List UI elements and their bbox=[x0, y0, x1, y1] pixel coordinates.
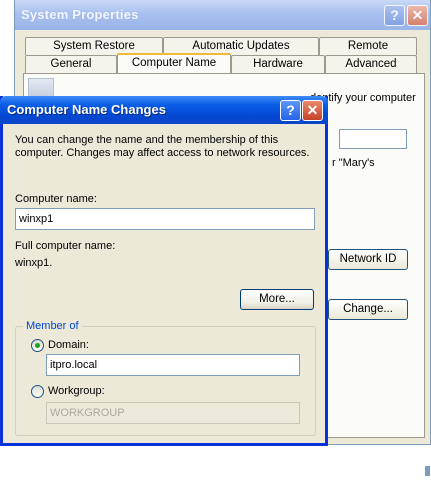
system-properties-title: System Properties bbox=[21, 7, 139, 22]
radio-dot bbox=[35, 343, 40, 348]
tab-label: Computer Name bbox=[131, 57, 217, 69]
workgroup-label: Workgroup: bbox=[48, 385, 105, 397]
resize-grip-fragment bbox=[425, 466, 430, 476]
full-computer-name-value: winxp1. bbox=[15, 257, 53, 269]
network-id-label: Network ID bbox=[339, 253, 397, 265]
computer-name-label: Computer name: bbox=[15, 193, 97, 205]
tab-label: Advanced bbox=[345, 58, 397, 70]
example-text-fragment: r "Mary's bbox=[332, 157, 375, 169]
computer-name-changes-dialog: Computer Name Changes ? ✕ You can change… bbox=[0, 96, 328, 446]
tab-hardware[interactable]: Hardware bbox=[231, 55, 325, 73]
change-label: Change... bbox=[343, 303, 393, 315]
question-mark-icon[interactable]: ? bbox=[384, 5, 405, 26]
computer-description-input[interactable] bbox=[339, 129, 407, 149]
tab-label: Remote bbox=[347, 40, 389, 52]
close-icon[interactable]: ✕ bbox=[407, 5, 428, 26]
system-properties-titlebar: System Properties ? ✕ bbox=[15, 0, 430, 30]
tab-label: System Restore bbox=[53, 40, 135, 52]
more-button[interactable]: More... bbox=[240, 289, 314, 310]
tab-advanced[interactable]: Advanced bbox=[325, 55, 417, 73]
tab-general[interactable]: General bbox=[25, 55, 117, 73]
tab-label: Hardware bbox=[253, 58, 303, 70]
dialog-title: Computer Name Changes bbox=[7, 102, 166, 117]
domain-input[interactable] bbox=[46, 354, 300, 376]
tab-label: General bbox=[50, 58, 92, 70]
change-button[interactable]: Change... bbox=[328, 299, 408, 320]
domain-label: Domain: bbox=[48, 339, 89, 351]
computer-name-input[interactable] bbox=[15, 208, 315, 230]
more-label: More... bbox=[259, 293, 295, 305]
dialog-description: You can change the name and the membersh… bbox=[15, 134, 310, 159]
tab-remote[interactable]: Remote bbox=[319, 37, 417, 55]
member-of-label: Member of bbox=[23, 320, 82, 332]
radio-unselected-icon[interactable] bbox=[31, 385, 44, 398]
tab-label: Automatic Updates bbox=[192, 40, 290, 52]
tab-computer-name[interactable]: Computer Name bbox=[117, 53, 231, 73]
network-id-button[interactable]: Network ID bbox=[328, 249, 408, 270]
radio-selected-icon[interactable] bbox=[31, 339, 44, 352]
question-mark-icon[interactable]: ? bbox=[280, 100, 301, 121]
workgroup-input bbox=[46, 402, 300, 424]
full-computer-name-label: Full computer name: bbox=[15, 240, 116, 252]
close-icon[interactable]: ✕ bbox=[302, 100, 323, 121]
dialog-titlebar: Computer Name Changes ? ✕ bbox=[0, 96, 328, 124]
